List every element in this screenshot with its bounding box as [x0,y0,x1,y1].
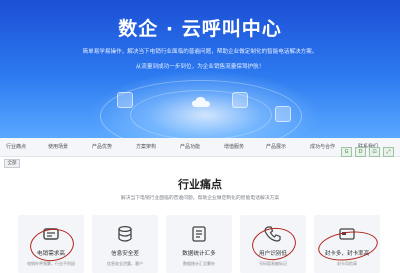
section-title: 行业痛点 [178,178,222,191]
card-desc: 电销外呼频繁，行业不利因 [27,261,75,266]
hero-subtitle-2: 从流量到成功一步到位，为企业销售流量保驾护航！ [135,64,265,70]
nav-item-cases[interactable]: 成功与合作 [310,143,335,150]
pain-card[interactable]: 信息安全差 信息安全泄露，客户 [92,215,158,273]
nav-item-showcase[interactable]: 产品展示 [266,143,286,150]
cloud-icon [192,97,210,107]
hero-title: 数企 · 云呼叫中心 [118,18,282,40]
tool-button-d[interactable]: D [355,147,366,157]
hero-subtitle: 简单易学易操作，解决当下电销行业面临的普遍问题，帮助企业做定制化的智能电话解决方… [82,49,318,55]
screenshot-icon[interactable]: ⊡ [369,147,380,157]
filter-tag[interactable]: 全部 [4,159,20,168]
toolbar: G D ⊡ ⤢ [341,147,394,157]
hero-banner: 数企 · 云呼叫中心 简单易学易操作，解决当下电销行业面临的普遍问题，帮助企业做… [0,0,400,138]
card-desc: 号码容易被标记 [259,261,287,266]
expand-icon[interactable]: ⤢ [383,147,394,157]
nav-item-scenarios[interactable]: 使用场景 [48,143,68,150]
nav-item-architecture[interactable]: 方案架构 [136,143,156,150]
card-desc: 封卡风险高 [337,261,357,266]
database-icon [118,225,132,242]
nav-item-pain-points[interactable]: 行业痛点 [6,143,26,150]
tool-button-g[interactable]: G [341,147,352,157]
robot-icon [275,106,291,122]
card-label: 数据统计汇多 [182,251,216,257]
pain-card[interactable]: 数据统计汇多 数据统计汇总繁杂 [166,215,232,273]
card-desc: 数据统计汇总繁杂 [183,261,215,266]
section-subtitle: 解决当下电销行业面临的普遍问题，帮助企业做定制化的智能电话解决方案 [120,196,280,201]
card-desc: 信息安全泄露，客户 [107,261,143,266]
headset-icon [117,92,133,108]
document-icon [192,226,206,242]
monitor-icon [232,92,248,108]
nav-item-features[interactable]: 产品功能 [180,143,200,150]
section-nav: 行业痛点 使用场景 产品优势 方案架构 产品功能 增值服务 产品展示 成功与合作… [0,138,400,157]
nav-item-services[interactable]: 增值服务 [224,143,244,150]
nav-item-advantages[interactable]: 产品优势 [92,143,112,150]
card-label: 信息安全差 [111,251,139,257]
